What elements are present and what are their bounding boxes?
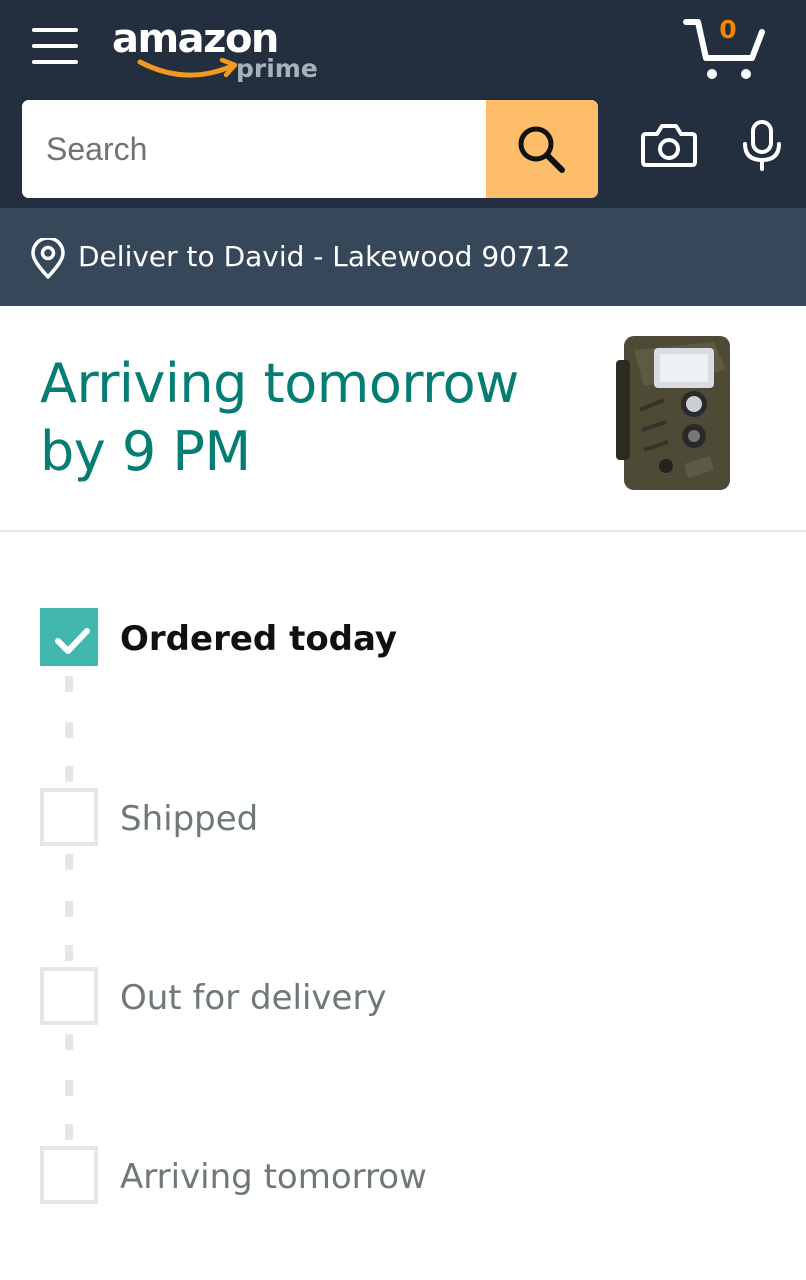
arrival-section: Arriving tomorrow by 9 PM (0, 306, 806, 532)
logo-smile-icon (137, 57, 238, 78)
step-connector (65, 945, 73, 961)
step-connector (65, 1034, 73, 1050)
step-label: Ordered today (120, 619, 398, 659)
step-connector (65, 766, 73, 782)
tracker-step: Arriving tomorrow (40, 1146, 740, 1206)
step-label: Shipped (120, 799, 259, 839)
product-image[interactable] (614, 330, 740, 496)
top-header: amazon prime 0 (0, 0, 806, 208)
step-connector (65, 722, 73, 738)
step-label: Out for delivery (120, 978, 387, 1018)
step-checkbox (40, 788, 98, 846)
search-button[interactable] (486, 100, 598, 198)
microphone-icon[interactable] (740, 120, 784, 172)
amazon-prime-logo[interactable]: amazon prime (112, 10, 332, 92)
step-label: Arriving tomorrow (120, 1157, 427, 1197)
step-checkbox (40, 1146, 98, 1204)
tracker-step: Ordered today (40, 608, 740, 668)
tracker-step: Shipped (40, 788, 740, 848)
cart-button[interactable]: 0 (682, 14, 768, 84)
arrival-title: Arriving tomorrow by 9 PM (40, 352, 519, 483)
search-input[interactable] (22, 100, 486, 198)
step-checkbox (40, 967, 98, 1025)
search-icon (518, 126, 565, 173)
camera-icon[interactable] (640, 122, 698, 168)
step-connector (65, 901, 73, 917)
step-checkbox (40, 608, 98, 666)
logo-prime-text: prime (236, 54, 318, 83)
deliver-to-text: Deliver to David - Lakewood 90712 (78, 240, 571, 273)
deliver-to-bar[interactable]: Deliver to David - Lakewood 90712 (0, 208, 806, 306)
search-bar (22, 100, 598, 198)
step-connector (65, 1080, 73, 1096)
checkmark-icon (55, 628, 90, 654)
tracker-step: Out for delivery (40, 967, 740, 1027)
location-pin-icon (31, 238, 65, 279)
step-connector (65, 1124, 73, 1140)
cart-count-badge: 0 (719, 15, 737, 44)
menu-icon[interactable] (32, 26, 80, 66)
step-connector (65, 854, 73, 870)
order-tracker: Ordered today Shipped Out for delivery A… (0, 532, 806, 1280)
step-connector (65, 676, 73, 692)
